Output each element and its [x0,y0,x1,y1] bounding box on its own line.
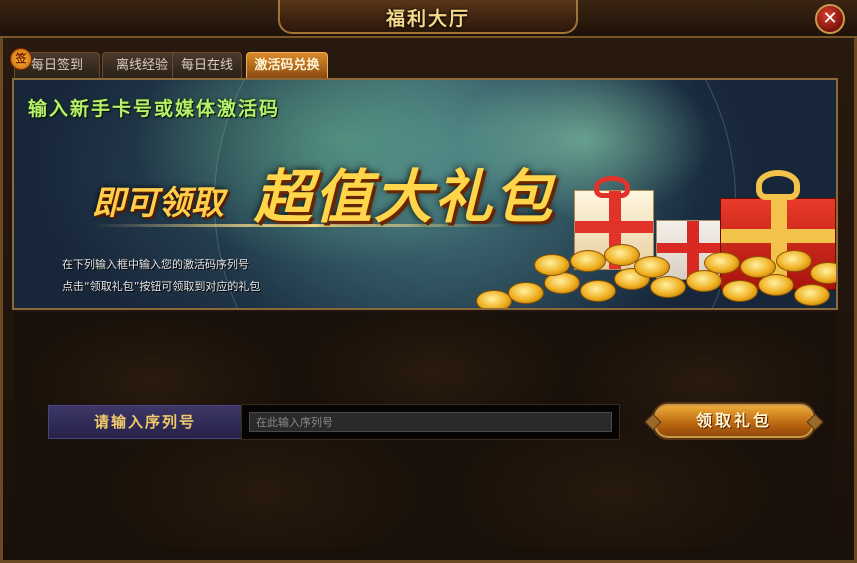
close-button[interactable]: ✕ [815,4,845,34]
signin-badge-icon: 签 [10,48,32,70]
serial-input[interactable] [249,412,612,432]
claim-gift-label: 领取礼包 [695,411,772,430]
tab-daily-online[interactable]: 每日在线 [172,52,242,78]
title-plate: 福利大厅 [278,0,578,34]
window-title: 福利大厅 [385,8,470,30]
claim-gift-button[interactable]: 领取礼包 [644,402,824,440]
title-bar: 福利大厅 ✕ [0,0,857,38]
banner-frame [12,78,838,310]
tab-activation-code[interactable]: 激活码兑换 [246,52,328,78]
serial-label: 请输入序列号 [48,405,242,439]
serial-input-frame [241,404,620,440]
tab-offline-exp[interactable]: 离线经验 [102,52,182,78]
